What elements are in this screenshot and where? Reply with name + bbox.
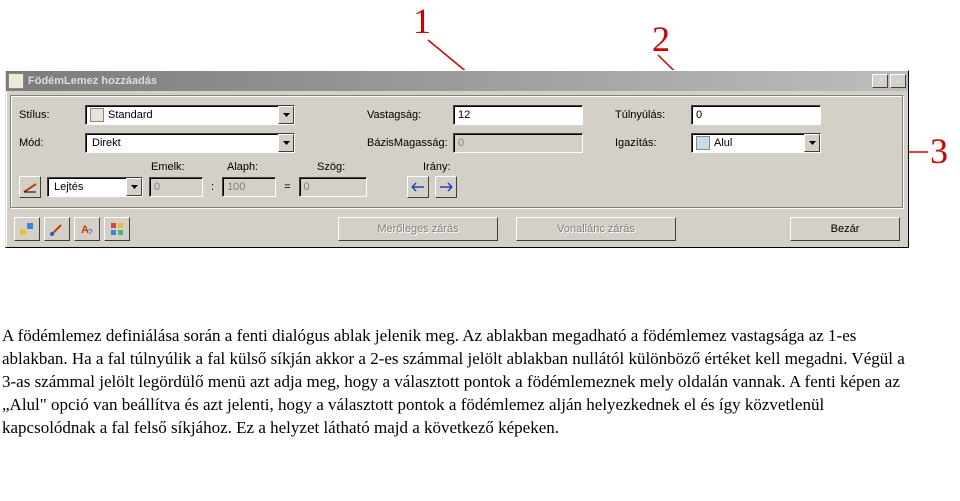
input-emelk: 0 (149, 177, 203, 197)
label-tulnyulas: Túlnyúlás: (615, 109, 685, 121)
brush-icon (49, 221, 65, 237)
direction-right-button[interactable] (435, 176, 457, 198)
window-title: FödémLemez hozzáadás (28, 75, 870, 87)
dialog-window: FödémLemez hozzáadás ? × Stílus: Standar… (5, 70, 909, 248)
slope-icon-button[interactable] (19, 176, 41, 198)
szog-value: 0 (304, 178, 310, 196)
titlebar: FödémLemez hozzáadás ? × (6, 71, 908, 91)
tool-button-4[interactable] (104, 217, 130, 241)
chevron-down-icon[interactable] (126, 178, 142, 196)
label-igazitas: Igazítás: (615, 137, 685, 149)
label-emelk: Emelk: (151, 161, 211, 173)
input-vastagsag[interactable]: 12 (453, 105, 583, 125)
igazitas-value: Alul (714, 134, 804, 152)
label-szog: Szög: (317, 161, 377, 173)
annotation-2: 2 (652, 18, 670, 60)
tool-button-2[interactable] (44, 217, 70, 241)
annotation-1: 1 (413, 0, 431, 42)
alaph-value: 100 (227, 178, 245, 196)
stilus-value: Standard (108, 106, 278, 124)
label-bazismagassag: BázisMagasság: (367, 137, 447, 149)
chevron-down-icon[interactable] (804, 134, 820, 152)
equals-sep: = (282, 181, 292, 193)
row-2: Mód: Direkt BázisMagasság: 0 Igazítás: A… (19, 132, 895, 154)
combo-igazitas[interactable]: Alul (691, 133, 821, 153)
input-tulnyulas[interactable]: 0 (691, 105, 821, 125)
arrow-right-icon (439, 182, 453, 192)
annotation-3: 3 (930, 130, 948, 172)
chevron-down-icon[interactable] (278, 106, 294, 124)
input-alaph: 100 (222, 177, 276, 197)
colon-sep: : (209, 181, 216, 193)
row-1: Stílus: Standard Vastagság: 12 Túlnyúlás… (19, 104, 895, 126)
grid-icon (109, 221, 125, 237)
lejtes-value: Lejtés (52, 178, 126, 196)
input-szog: 0 (299, 177, 367, 197)
text-style-icon: A ? (79, 221, 95, 237)
row-3-labels: Emelk: Alaph: Szög: Irány: (19, 160, 895, 174)
tool-button-3[interactable]: A ? (74, 217, 100, 241)
svg-text:?: ? (88, 228, 93, 237)
label-stilus: Stílus: (19, 109, 79, 121)
app-icon (8, 73, 24, 89)
tool-button-1[interactable] (14, 217, 40, 241)
slope-icon (23, 181, 37, 193)
palette-icon (19, 221, 35, 237)
vastagsag-value: 12 (458, 106, 470, 124)
alignment-icon (696, 136, 710, 150)
input-bazismagassag: 0 (453, 133, 583, 153)
combo-mod[interactable]: Direkt (85, 133, 295, 153)
direction-left-button[interactable] (407, 176, 429, 198)
mod-value: Direkt (90, 134, 278, 152)
combo-stilus[interactable]: Standard (85, 105, 295, 125)
description-paragraph: A födémlemez definiálása során a fenti d… (2, 325, 912, 440)
style-swatch-icon (90, 108, 104, 122)
label-vastagsag: Vastagság: (367, 109, 447, 121)
perpendicular-close-button: Merőleges zárás (338, 217, 498, 241)
emelk-value: 0 (154, 178, 160, 196)
close-button[interactable]: × (890, 74, 906, 88)
arrow-left-right-icon (411, 182, 425, 192)
close-dialog-button[interactable]: Bezár (790, 217, 900, 241)
row-3: Lejtés 0 : 100 = 0 (19, 176, 895, 198)
combo-lejtes[interactable]: Lejtés (47, 177, 143, 197)
bazismagassag-value: 0 (458, 134, 464, 152)
label-mod: Mód: (19, 137, 79, 149)
tulnyulas-value: 0 (696, 106, 702, 124)
chevron-down-icon[interactable] (278, 134, 294, 152)
label-irany: Irány: (423, 161, 473, 173)
polyline-close-button: Vonallánc zárás (516, 217, 676, 241)
main-panel: Stílus: Standard Vastagság: 12 Túlnyúlás… (10, 95, 904, 209)
help-button[interactable]: ? (872, 74, 888, 88)
label-alaph: Alaph: (227, 161, 287, 173)
toolbar: A ? Merőleges zárás Vonallánc zárás Bezá… (6, 213, 908, 247)
